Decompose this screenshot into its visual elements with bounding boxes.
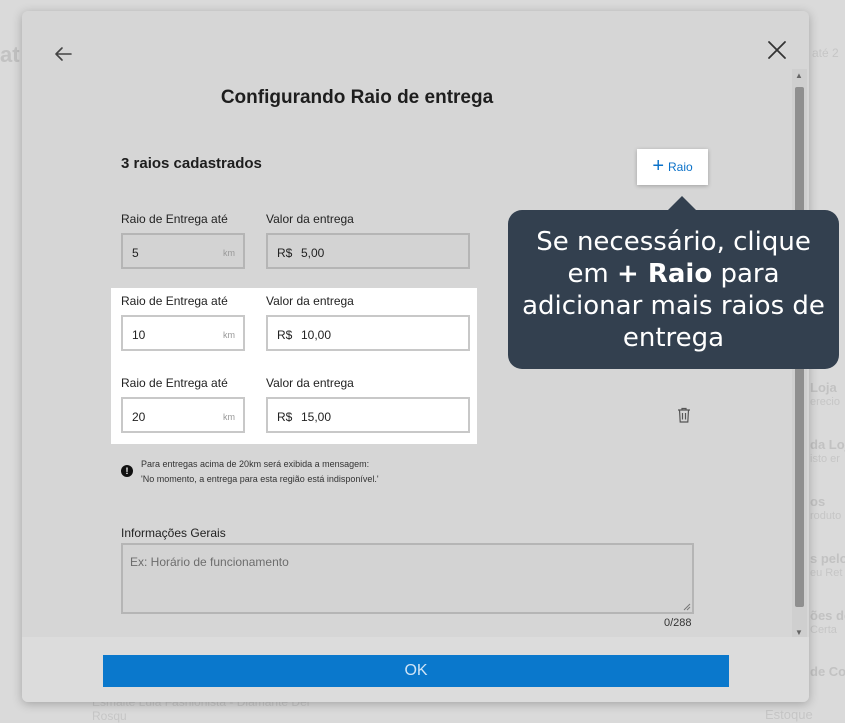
value-input-1[interactable]: R$ 5,00 — [266, 233, 470, 269]
tooltip-line-3: adicionar mais raios de — [522, 291, 825, 321]
tooltip-line-2-bold: + Raio — [617, 259, 713, 289]
tooltip-line-2: em + Raio para — [508, 258, 839, 290]
resize-grip-icon[interactable] — [683, 603, 691, 611]
scroll-down-arrow-icon[interactable]: ▼ — [795, 628, 803, 637]
value-amount-2: 10,00 — [301, 328, 332, 342]
value-amount-1: 5,00 — [301, 246, 325, 260]
tooltip-arrow — [668, 196, 696, 210]
currency-1: R$ — [277, 246, 293, 260]
tooltip-line-1: Se necessário, clique — [536, 227, 811, 257]
alert-circle-icon: ! — [121, 465, 133, 477]
close-icon — [768, 41, 786, 59]
general-info-placeholder: Ex: Horário de funcionamento — [130, 555, 289, 569]
modal-footer: OK — [22, 637, 809, 702]
value-input-2[interactable]: R$ 10,00 — [266, 315, 470, 351]
bg-right-text-2: Loja — [810, 380, 837, 395]
tooltip-line-2-pre: em — [567, 259, 618, 289]
bg-right-text-7: roduto — [810, 510, 842, 522]
bg-right-text-4: da Loja — [810, 437, 845, 452]
radius-input-2[interactable]: 10 km — [121, 315, 245, 351]
value-label-2: Valor da entrega — [266, 294, 354, 308]
arrow-left-icon — [55, 47, 72, 61]
add-radius-button[interactable]: + Raio — [637, 149, 708, 185]
unit-km-3: km — [223, 412, 235, 422]
highlight-panel: Raio de Entrega até Valor da entrega 10 … — [111, 288, 477, 444]
value-label-1: Valor da entrega — [266, 212, 354, 226]
bg-right-text-1: até 2 — [812, 46, 839, 60]
bg-right-text-3: erecio — [810, 396, 840, 408]
back-button[interactable] — [50, 41, 76, 67]
unit-km-2: km — [223, 330, 235, 340]
delete-radius-button[interactable] — [677, 407, 691, 423]
bg-right-text-12: de Co — [810, 664, 845, 679]
bg-right-text-5: isto er — [810, 453, 840, 465]
info-text-line-2: 'No momento, a entrega para esta região … — [141, 474, 379, 484]
general-info-label: Informações Gerais — [121, 526, 226, 540]
general-info-textarea[interactable]: Ex: Horário de funcionamento — [121, 543, 694, 614]
bg-right-text-8: s pelo — [810, 551, 845, 566]
add-radius-label: Raio — [668, 160, 693, 174]
radius-label-2: Raio de Entrega até — [121, 294, 228, 308]
value-amount-3: 15,00 — [301, 410, 332, 424]
radius-label-3: Raio de Entrega até — [121, 376, 228, 390]
modal-title: Configurando Raio de entrega — [220, 87, 494, 108]
tooltip-line-4: entrega — [622, 323, 725, 353]
radius-input-3[interactable]: 20 km — [121, 397, 245, 433]
unit-km-1: km — [223, 248, 235, 258]
bg-left-text: at — [0, 42, 20, 67]
value-input-3[interactable]: R$ 15,00 — [266, 397, 470, 433]
tooltip-line-2-post: para — [712, 259, 780, 289]
close-button[interactable] — [765, 38, 789, 62]
trash-icon — [678, 407, 690, 423]
tooltip-balloon: Se necessário, clique em + Raio para adi… — [508, 196, 839, 369]
bg-right-text-10: ões de — [810, 608, 845, 623]
radius-label-1: Raio de Entrega até — [121, 212, 228, 226]
bg-right-text-9: eu Ret — [810, 567, 843, 579]
bg-right-text-6: os — [810, 494, 826, 509]
ok-button[interactable]: OK — [103, 655, 729, 687]
char-counter: 0/288 — [664, 617, 692, 629]
radius-count-label: 3 raios cadastrados — [121, 155, 262, 172]
radius-value-2: 10 — [132, 328, 146, 342]
plus-icon: + — [652, 155, 664, 177]
radius-value-1: 5 — [132, 246, 139, 260]
currency-2: R$ — [277, 328, 293, 342]
scroll-up-arrow-icon[interactable]: ▲ — [795, 71, 803, 80]
info-text-line-1: Para entregas acima de 20km será exibida… — [141, 459, 370, 469]
radius-value-3: 20 — [132, 410, 146, 424]
radius-input-1[interactable]: 5 km — [121, 233, 245, 269]
currency-3: R$ — [277, 410, 293, 424]
bg-bottom-text-2: Rosqu — [92, 709, 127, 723]
value-label-3: Valor da entrega — [266, 376, 354, 390]
bg-right-text-11: Certa — [810, 624, 837, 636]
